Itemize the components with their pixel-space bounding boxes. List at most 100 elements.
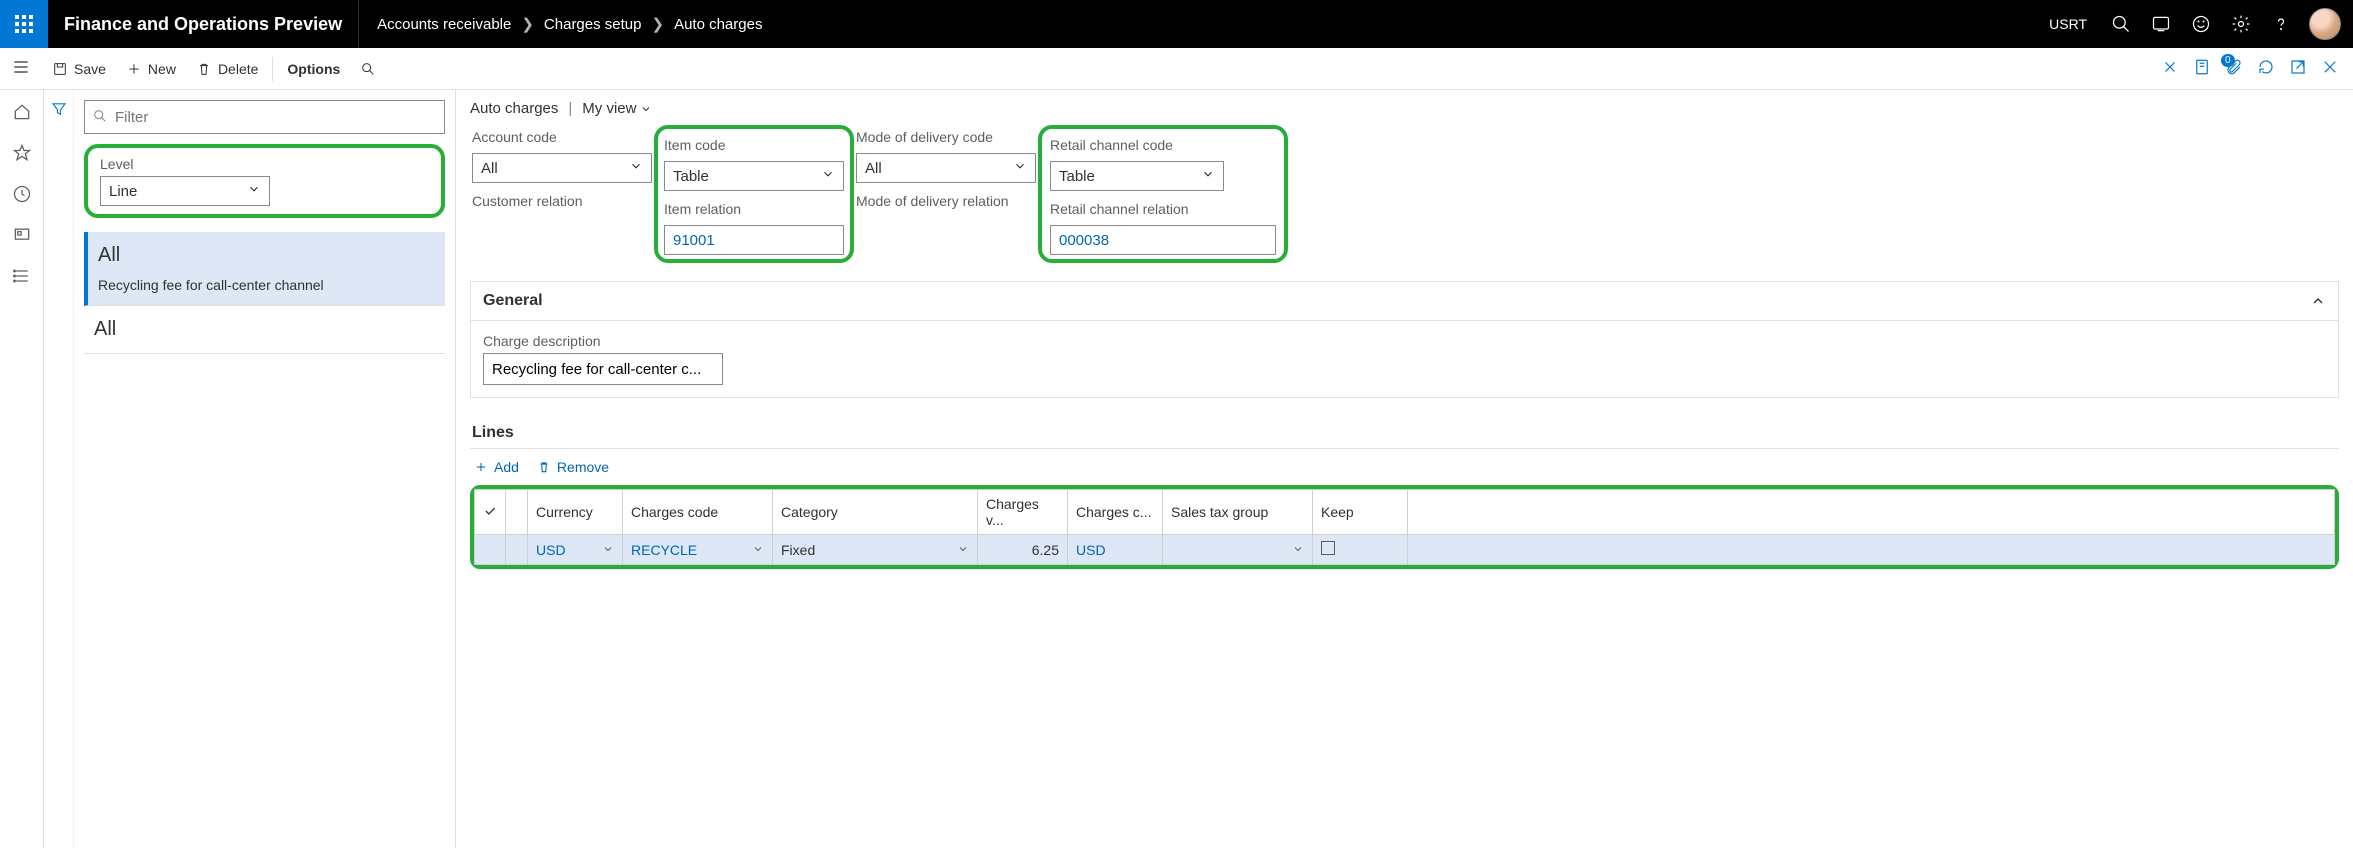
item-code-select[interactable]: Table (664, 161, 844, 191)
message-icon[interactable] (2149, 12, 2173, 36)
general-header[interactable]: General (471, 282, 2338, 320)
action-bar: Save New Delete Options 0 (0, 48, 2353, 90)
search-icon[interactable] (2109, 12, 2133, 36)
save-button[interactable]: Save (42, 48, 116, 90)
col-spacer (1408, 490, 2335, 535)
lines-header: Lines (470, 416, 2339, 449)
col-currency[interactable]: Currency (528, 490, 623, 535)
breadcrumb-item[interactable]: Auto charges (674, 16, 762, 33)
filter-input[interactable] (84, 100, 445, 134)
list-item-primary: All (98, 244, 435, 267)
modules-icon[interactable] (12, 266, 32, 289)
charge-desc-input[interactable] (483, 353, 723, 385)
filter-input-wrap (84, 100, 445, 134)
retail-channel-relation-input[interactable]: 000038 (1050, 225, 1276, 255)
hamburger-icon[interactable] (0, 57, 42, 80)
view-selector[interactable]: My view (582, 100, 652, 117)
table-row[interactable]: USD RECYCLE Fixed 6.25 USD (475, 535, 2335, 565)
search-action[interactable] (350, 48, 386, 90)
avatar[interactable] (2309, 8, 2341, 40)
smile-icon[interactable] (2189, 12, 2213, 36)
app-title: Finance and Operations Preview (48, 0, 359, 48)
refresh-icon[interactable] (2257, 58, 2275, 79)
gear-icon[interactable] (2229, 12, 2253, 36)
app-launcher-button[interactable] (0, 0, 48, 48)
cell-keep[interactable] (1313, 535, 1408, 565)
mode-delivery-code-value: All (865, 160, 882, 177)
chevron-down-icon (602, 542, 614, 558)
account-code-select[interactable]: All (472, 153, 652, 183)
workspace-icon[interactable] (12, 225, 32, 248)
view-label: My view (582, 100, 636, 117)
main-area: Auto charges | My view Account code All … (456, 90, 2353, 848)
item-relation-label: Item relation (662, 197, 846, 221)
attachments-button[interactable]: 0 (2225, 58, 2243, 79)
cell-charges-code[interactable]: RECYCLE (623, 535, 773, 565)
add-line-button[interactable]: Add (474, 459, 519, 475)
retail-channel-code-select[interactable]: Table (1050, 161, 1224, 191)
filter-toggle[interactable] (44, 90, 74, 848)
mode-delivery-code-select[interactable]: All (856, 153, 1036, 183)
col-category[interactable]: Category (773, 490, 978, 535)
chevron-down-icon (1201, 167, 1215, 185)
retail-channel-relation-value: 000038 (1059, 232, 1109, 249)
office-icon[interactable] (2193, 58, 2211, 79)
item-highlight: Item code Table Item relation 91001 (654, 125, 854, 263)
cell-category[interactable]: Fixed (773, 535, 978, 565)
general-section: General Charge description (470, 281, 2339, 398)
options-button[interactable]: Options (277, 48, 350, 90)
retail-channel-code-value: Table (1059, 168, 1095, 185)
delete-button[interactable]: Delete (186, 48, 268, 90)
remove-line-button[interactable]: Remove (537, 459, 609, 475)
lines-grid: Currency Charges code Category Charges v… (474, 489, 2335, 565)
breadcrumb-item[interactable]: Charges setup (544, 16, 642, 33)
cell-charges-value[interactable]: 6.25 (978, 535, 1068, 565)
close-icon[interactable] (2321, 58, 2339, 79)
chevron-down-icon (629, 159, 643, 177)
chevron-right-icon: ❯ (651, 15, 664, 33)
row-marker (506, 535, 528, 565)
breadcrumb: Accounts receivable ❯ Charges setup ❯ Au… (359, 15, 780, 33)
new-label: New (148, 61, 176, 77)
chevron-down-icon (957, 542, 969, 558)
cell-charges-currency[interactable]: USD (1068, 535, 1163, 565)
delete-label: Delete (218, 61, 258, 77)
level-highlight: Level Line (84, 144, 445, 218)
retail-channel-relation-label: Retail channel relation (1048, 197, 1278, 221)
list-pane: Level Line All Recycling fee for call-ce… (74, 90, 456, 848)
list-item[interactable]: All Recycling fee for call-center channe… (84, 232, 445, 306)
attachments-count: 0 (2221, 54, 2235, 67)
checkbox-icon (1321, 541, 1335, 555)
help-icon[interactable] (2269, 12, 2293, 36)
new-button[interactable]: New (116, 48, 186, 90)
connector-icon[interactable] (2161, 58, 2179, 79)
col-sales-tax-group[interactable]: Sales tax group (1163, 490, 1313, 535)
list-item[interactable]: All (84, 306, 445, 354)
level-select[interactable]: Line (100, 176, 270, 206)
favorite-icon[interactable] (12, 143, 32, 166)
breadcrumb-item[interactable]: Accounts receivable (377, 16, 511, 33)
lines-grid-highlight: Currency Charges code Category Charges v… (470, 485, 2339, 569)
legal-entity[interactable]: USRT (2049, 16, 2093, 32)
col-charges-value[interactable]: Charges v... (978, 490, 1068, 535)
item-relation-input[interactable]: 91001 (664, 225, 844, 255)
cell-sales-tax-group[interactable] (1163, 535, 1313, 565)
col-keep[interactable]: Keep (1313, 490, 1408, 535)
cell-currency[interactable]: USD (528, 535, 623, 565)
col-charges-code[interactable]: Charges code (623, 490, 773, 535)
select-all-header[interactable] (475, 490, 506, 535)
cell-spacer (1408, 535, 2335, 565)
chevron-down-icon (640, 103, 652, 115)
account-code-value: All (481, 160, 498, 177)
chevron-down-icon (247, 182, 261, 200)
chevron-down-icon (1013, 159, 1027, 177)
charge-desc-label: Charge description (483, 333, 2326, 349)
chevron-up-icon (2310, 293, 2326, 309)
row-select[interactable] (475, 535, 506, 565)
home-icon[interactable] (12, 102, 32, 125)
recent-icon[interactable] (12, 184, 32, 207)
popout-icon[interactable] (2289, 58, 2307, 79)
nav-rail (0, 90, 44, 848)
col-charges-currency[interactable]: Charges c... (1068, 490, 1163, 535)
page-title: Auto charges (470, 100, 558, 117)
